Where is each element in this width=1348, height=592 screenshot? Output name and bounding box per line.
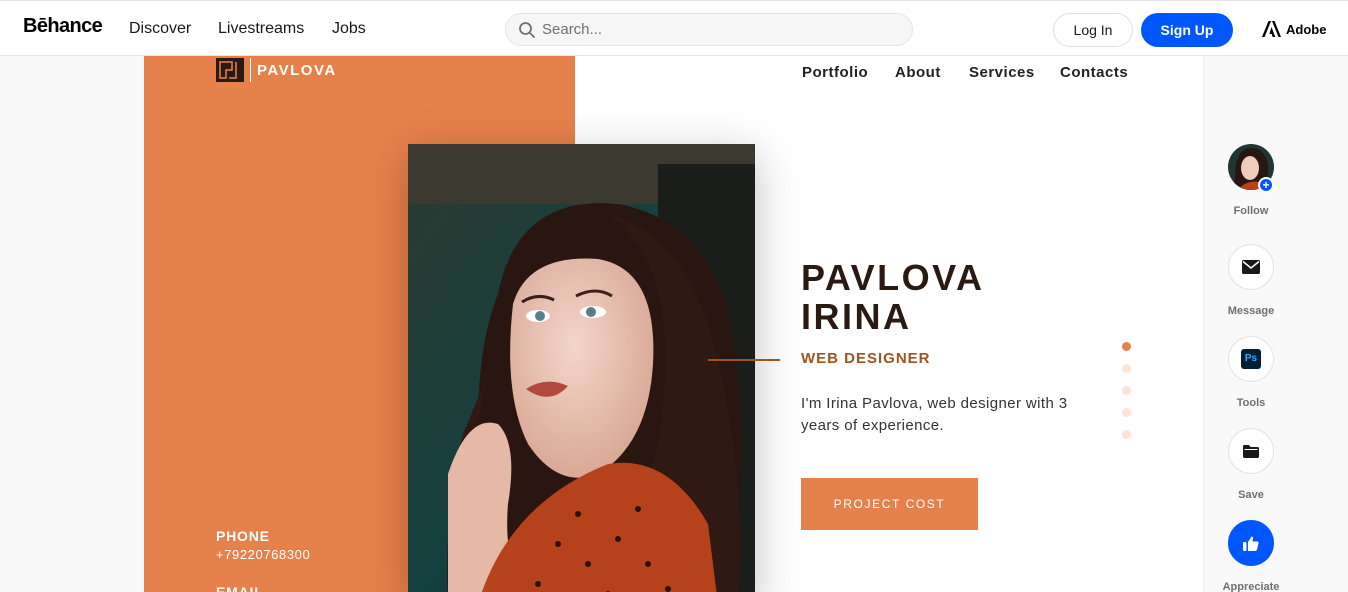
tools-item: Ps Tools xyxy=(1228,336,1274,409)
brand-logo-icon xyxy=(216,58,244,82)
appreciate-label: Appreciate xyxy=(1222,581,1280,592)
hero-name: PAVLOVA IRINA xyxy=(801,258,985,336)
top-bar: Bēhance Discover Livestreams Jobs Log In… xyxy=(0,0,1348,56)
envelope-icon xyxy=(1242,260,1260,274)
adobe-logo-icon xyxy=(1262,21,1281,37)
action-rail: + Follow Message Ps Tools Save Appreciat… xyxy=(1203,56,1348,592)
hero-name-line2: IRINA xyxy=(801,296,912,337)
follow-plus-icon[interactable]: + xyxy=(1258,177,1274,193)
message-label: Message xyxy=(1227,305,1275,317)
follow-label: Follow xyxy=(1233,205,1269,217)
folder-icon xyxy=(1243,444,1259,458)
login-button[interactable]: Log In xyxy=(1053,13,1133,47)
save-label: Save xyxy=(1238,489,1264,501)
hero-role: WEB DESIGNER xyxy=(801,350,931,367)
search-bar xyxy=(505,13,913,46)
save-button[interactable] xyxy=(1228,428,1274,474)
thumbs-up-icon xyxy=(1243,536,1259,551)
slide-dot-2[interactable] xyxy=(1122,364,1131,373)
photoshop-icon: Ps xyxy=(1241,349,1261,369)
search-input[interactable] xyxy=(542,14,902,45)
adobe-label: Adobe xyxy=(1286,21,1327,37)
signup-button[interactable]: Sign Up xyxy=(1141,13,1233,47)
behance-logo[interactable]: Bēhance xyxy=(23,15,103,38)
message-item: Message xyxy=(1228,244,1274,317)
tools-button[interactable]: Ps xyxy=(1228,336,1274,382)
nav-jobs[interactable]: Jobs xyxy=(332,20,366,38)
phone-value: +79220768300 xyxy=(216,547,311,562)
site-nav-services[interactable]: Services xyxy=(969,64,1035,81)
appreciate-item: Appreciate xyxy=(1223,520,1279,592)
connector-line xyxy=(708,359,780,361)
slide-dot-4[interactable] xyxy=(1122,408,1131,417)
nav-discover[interactable]: Discover xyxy=(129,20,191,38)
adobe-link[interactable]: Adobe xyxy=(1262,20,1326,38)
portrait-photo xyxy=(408,144,755,592)
nav-livestreams[interactable]: Livestreams xyxy=(218,20,304,38)
slide-dot-5[interactable] xyxy=(1122,430,1131,439)
brand-divider xyxy=(250,58,251,82)
slide-dot-3[interactable] xyxy=(1122,386,1131,395)
hero-description: I'm Irina Pavlova, web designer with 3 y… xyxy=(801,395,1068,434)
site-nav-about[interactable]: About xyxy=(895,64,941,81)
appreciate-button[interactable] xyxy=(1228,520,1274,566)
message-button[interactable] xyxy=(1228,244,1274,290)
project-brand: PAVLOVA xyxy=(216,58,337,82)
brand-name: PAVLOVA xyxy=(257,61,337,79)
site-nav-portfolio[interactable]: Portfolio xyxy=(802,64,868,81)
hero-name-line1: PAVLOVA xyxy=(801,257,985,298)
project-canvas: PAVLOVA PHONE +79220768300 EMAIL Portfol… xyxy=(144,56,1203,592)
tools-label: Tools xyxy=(1236,397,1266,409)
save-item: Save xyxy=(1228,428,1274,501)
slide-dot-1[interactable] xyxy=(1122,342,1131,351)
site-nav-contacts[interactable]: Contacts xyxy=(1060,64,1128,81)
follow-item: + Follow xyxy=(1228,144,1274,217)
project-cost-button[interactable]: PROJECT COST xyxy=(801,478,978,530)
search-icon xyxy=(519,22,535,38)
phone-label: PHONE xyxy=(216,528,270,544)
email-label: EMAIL xyxy=(216,584,264,592)
